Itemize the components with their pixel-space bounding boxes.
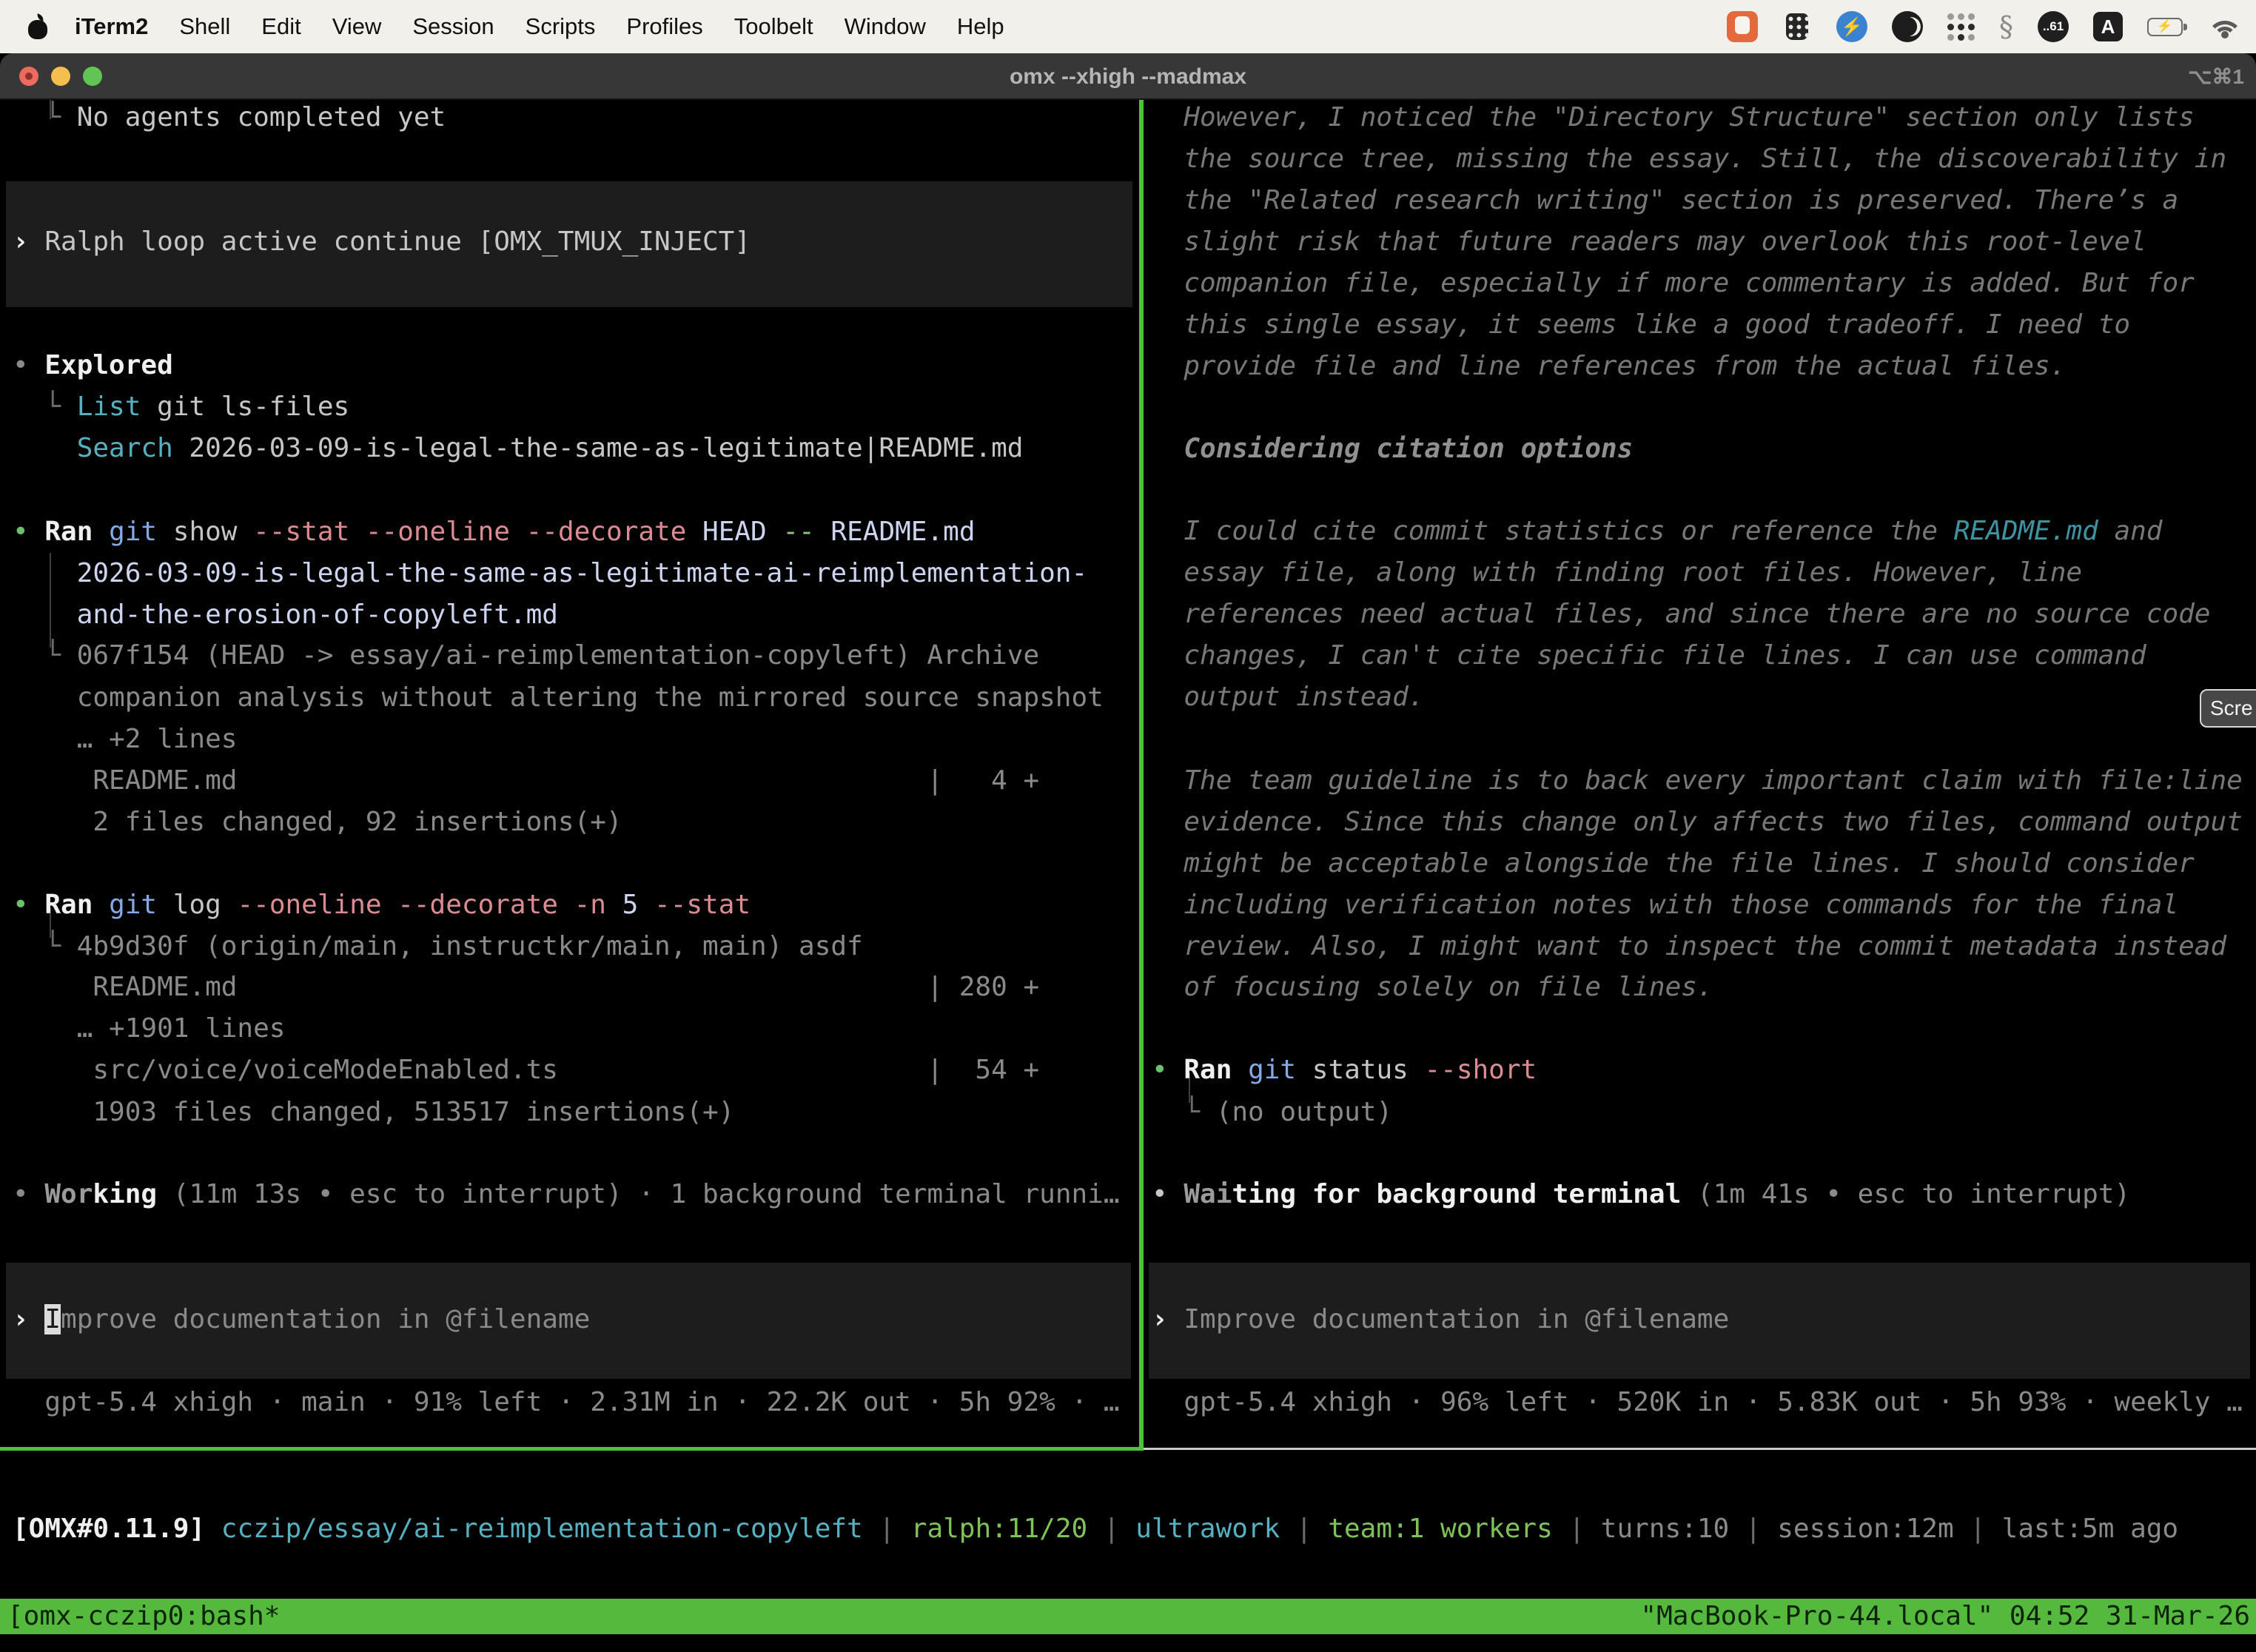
tmux-status-bar: [omx-cczip0:bash* "MacBook-Pro-44.local"… [0,1599,2256,1634]
window-shortcut-badge: ⌥⌘1 [2188,53,2244,100]
tmux-session-label: [omx-cczip0:bash* [7,1599,280,1634]
terminal-content: └ No agents completed yet › Ralph loop ac… [0,100,2256,1449]
terminal-line: 2026-03-09-is-legal-the-same-as-legitima… [13,557,1087,590]
menu-item-edit[interactable]: Edit [246,13,316,40]
terminal-line: └ (no output) [1152,1096,1392,1129]
terminal-line: README.md | 280 + [13,971,1039,1004]
left-pane: └ No agents completed yet › Ralph loop ac… [13,100,1139,1449]
terminal-line: and-the-erosion-of-copyleft.md [13,599,558,631]
terminal-line: essay file, along with finding root file… [1152,557,2082,589]
tmux-host-clock: "MacBook-Pro-44.local" 04:52 31-Mar-26 [1640,1599,2250,1634]
terminal-line: I could cite commit statistics or refere… [1152,515,2162,548]
terminal-line: output instead. [1152,681,1424,713]
screen-share-overlay[interactable]: Scre [2200,689,2256,728]
terminal-line: • Ran git show --stat --oneline --decora… [13,516,976,548]
menu-item-session[interactable]: Session [397,13,509,40]
squiggle-icon[interactable]: § [1999,10,2013,43]
menu-item-toolbelt[interactable]: Toolbelt [719,13,829,40]
terminal-line: Considering citation options [1152,433,1633,466]
dots-grid-icon[interactable] [1947,13,1975,41]
terminal-line: └ No agents completed yet [13,101,446,134]
terminal-line: the source tree, missing the essay. Stil… [1152,143,2226,175]
window-bottom-edge [0,1634,2256,1652]
right-pane: However, I noticed the "Directory Struct… [1152,100,2256,1449]
terminal-line: of focusing solely on file lines. [1152,971,1713,1004]
terminal-line: references need actual files, and since … [1152,598,2210,631]
window-title: omx --xhigh --madmax [0,53,2256,100]
badge-61-icon[interactable]: ..61 [2038,11,2069,42]
screen-share-overlay-label: Scre [2210,696,2253,720]
omx-status-line: [OMX#0.11.9] cczip/essay/ai-reimplementa… [13,1452,2248,1600]
terminal-line: › Improve documentation in @filename [1152,1303,1729,1336]
moon-icon[interactable] [1892,11,1923,42]
blue-bolt-icon[interactable]: ⚡ [1836,11,1867,42]
terminal-line: this single essay, it seems like a good … [1152,309,2130,341]
terminal-line: └ 4b9d30f (origin/main, instructkr/main,… [13,930,863,963]
terminal-line: └ 067f154 (HEAD -> essay/ai-reimplementa… [13,639,1039,672]
window-title-bar: omx --xhigh --madmax ⌥⌘1 [0,53,2256,100]
terminal-line: might be acceptable alongside the file l… [1152,847,2195,880]
terminal-line: companion file, especially if more comme… [1152,267,2195,300]
terminal-line: • Waiting for background terminal (1m 41… [1152,1178,2130,1211]
menu-bar: iTerm2ShellEditViewSessionScriptsProfile… [0,0,2256,53]
right-pane-separator [1144,1448,2256,1450]
terminal-line: README.md | 4 + [13,765,1039,797]
terminal-line: src/voice/voiceModeEnabled.ts | 54 + [13,1054,1039,1087]
terminal-line: … +2 lines [13,723,237,756]
terminal-line: slight risk that future readers may over… [1152,226,2146,258]
pane-divider[interactable] [1139,100,1144,1451]
terminal-line: • Working (11m 13s • esc to interrupt) ·… [13,1178,1120,1211]
menu-item-view[interactable]: View [317,13,397,40]
menu-item-scripts[interactable]: Scripts [510,13,611,40]
terminal-line: › Improve documentation in @filename [13,1303,590,1336]
wifi-icon[interactable] [2207,13,2243,40]
terminal-line: • Ran git status --short [1152,1054,1537,1087]
terminal-line: evidence. Since this change only affects… [1152,806,2243,839]
terminal-line: including verification notes with those … [1152,889,2178,921]
charging-bolt-icon: ⚡ [2157,19,2172,34]
terminal-line: Search 2026-03-09-is-legal-the-same-as-l… [13,432,1023,465]
terminal-line: review. Also, I might want to inspect th… [1152,930,2226,963]
menu-item-shell[interactable]: Shell [164,13,246,40]
menu-item-profiles[interactable]: Profiles [611,13,718,40]
menubar-status-icons: ⚡ § ..61 A ⚡ [1727,10,2256,44]
menu-item-iterm2[interactable]: iTerm2 [59,13,164,40]
apple-logo-icon[interactable] [27,14,49,39]
battery-icon[interactable]: ⚡ [2147,18,2183,36]
terminal-line: … +1901 lines [13,1013,285,1045]
terminal-line: • Ran git log --oneline --decorate -n 5 … [13,889,751,921]
screen-record-icon[interactable] [1727,11,1758,42]
a-square-icon[interactable]: A [2093,12,2123,41]
terminal-line: • Explored [13,349,173,382]
terminal-line: 1903 files changed, 513517 insertions(+) [13,1096,734,1129]
terminal-line: the "Related research writing" section i… [1152,184,2178,217]
terminal-line: gpt-5.4 xhigh · main · 91% left · 2.31M … [13,1386,1120,1419]
terminal-line: gpt-5.4 xhigh · 96% left · 520K in · 5.8… [1152,1386,2243,1419]
terminal-line: The team guideline is to back every impo… [1152,765,2243,797]
keypad-icon[interactable] [1782,10,1812,44]
terminal-line: companion analysis without altering the … [13,682,1104,714]
terminal-line: › Ralph loop active continue [OMX_TMUX_I… [13,226,751,258]
terminal-line: [OMX#0.11.9] cczip/essay/ai-reimplementa… [13,1513,2178,1545]
terminal-line: provide file and line references from th… [1152,350,2066,383]
terminal-line: changes, I can't cite specific file line… [1152,639,2146,672]
left-pane-separator [0,1447,1139,1451]
menu-item-help[interactable]: Help [941,13,1020,40]
terminal-line: However, I noticed the "Directory Struct… [1152,101,2195,134]
terminal-line: └ List git ls-files [13,391,349,423]
menu-item-window[interactable]: Window [829,13,941,40]
terminal-line: 2 files changed, 92 insertions(+) [13,806,622,839]
menu-items: iTerm2ShellEditViewSessionScriptsProfile… [59,13,1020,40]
